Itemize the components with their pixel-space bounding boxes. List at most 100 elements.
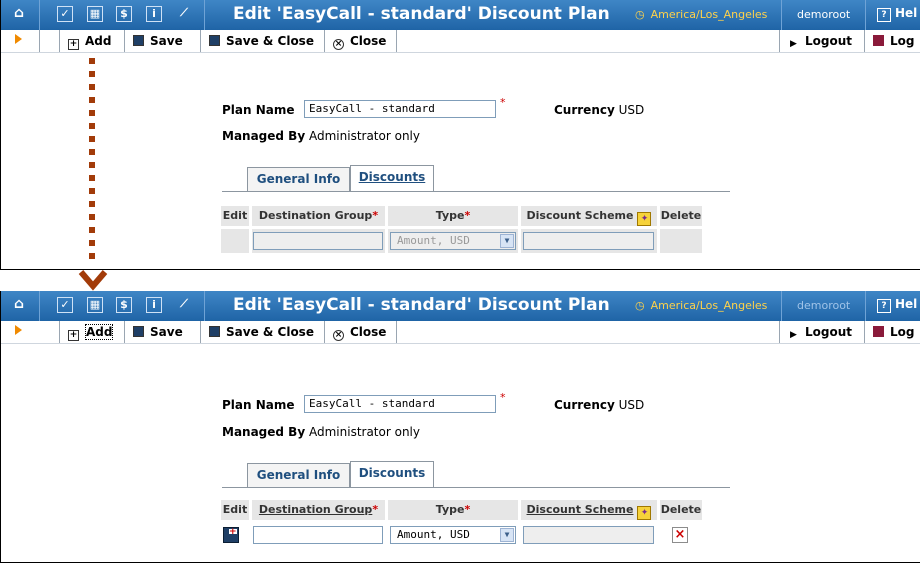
log-label: Log bbox=[890, 325, 915, 339]
col-type: Type* bbox=[388, 500, 518, 520]
tab-general-info[interactable]: General Info bbox=[247, 167, 350, 191]
col-discount-scheme: Discount Scheme ✦ bbox=[521, 206, 657, 226]
save-close-label: Save & Close bbox=[226, 34, 314, 48]
currency-label: Currency bbox=[554, 103, 615, 117]
before-panel: ⌂ ✓ ▦ $ i ⟋ Edit 'EasyCall - standard' D… bbox=[0, 0, 920, 270]
close-button[interactable]: × Close bbox=[325, 321, 397, 343]
title-bar: ⌂ ✓ ▦ $ i ⟋ Edit 'EasyCall - standard' D… bbox=[1, 0, 920, 30]
home-icon[interactable]: ⌂ bbox=[11, 297, 27, 313]
close-icon: × bbox=[333, 330, 344, 341]
save-label: Save bbox=[150, 34, 183, 48]
help-icon: ? bbox=[877, 299, 891, 313]
managed-by: Managed By Administrator only bbox=[222, 425, 420, 439]
currency-value: USD bbox=[618, 103, 645, 117]
after-panel: ⌂ ✓ ▦ $ i ⟋ Edit 'EasyCall - standard' D… bbox=[0, 291, 920, 563]
help-link[interactable]: ? Hel bbox=[877, 6, 917, 22]
home-icon[interactable]: ⌂ bbox=[11, 6, 27, 22]
managed-by-label: Managed By bbox=[222, 129, 306, 143]
col-discount-scheme[interactable]: Discount Scheme ✦ bbox=[521, 500, 657, 520]
log-icon bbox=[873, 326, 884, 337]
tab-discounts[interactable]: Discounts bbox=[350, 165, 434, 191]
dollar-icon[interactable]: $ bbox=[116, 297, 132, 313]
close-button[interactable]: × Close bbox=[325, 30, 397, 52]
help-link[interactable]: ? Hel bbox=[877, 297, 917, 313]
help-text: Hel bbox=[895, 297, 918, 311]
plan-name-input[interactable]: EasyCall - standard bbox=[304, 100, 496, 118]
add-button[interactable]: + Add bbox=[59, 321, 125, 343]
timezone-link[interactable]: ◷ America/Los_Angeles bbox=[635, 299, 767, 312]
plan-name-input[interactable]: EasyCall - standard bbox=[304, 395, 496, 413]
toolbar: + Add Save Save & Close × Close ▶ Logout Lo… bbox=[1, 321, 920, 344]
log-button[interactable]: Log bbox=[865, 30, 920, 52]
logout-label: Logout bbox=[805, 325, 853, 339]
page-title: Edit 'EasyCall - standard' Discount Plan bbox=[233, 295, 610, 315]
checkbox-icon[interactable]: ✓ bbox=[57, 297, 73, 313]
currency: Currency USD bbox=[554, 398, 644, 412]
col-edit: Edit bbox=[221, 206, 249, 226]
add-icon: + bbox=[68, 330, 79, 341]
type-select: Amount, USD ▼ bbox=[390, 232, 516, 250]
col-delete: Delete bbox=[660, 206, 702, 226]
delete-row-icon[interactable]: × bbox=[672, 527, 688, 543]
log-button[interactable]: Log bbox=[865, 321, 920, 343]
chart-icon[interactable]: ⟋ bbox=[176, 297, 192, 313]
grid-icon[interactable]: ▦ bbox=[87, 6, 103, 22]
tab-discounts[interactable]: Discounts bbox=[350, 461, 434, 487]
required-mark: * bbox=[372, 209, 379, 222]
type-select[interactable]: Amount, USD ▼ bbox=[390, 526, 516, 544]
timezone-text: America/Los_Angeles bbox=[650, 8, 768, 21]
col-destination-label: Destination Group bbox=[258, 503, 373, 516]
currency-label: Currency bbox=[554, 398, 615, 412]
discount-scheme-input bbox=[523, 526, 654, 544]
magic-wand-icon[interactable]: ✦ bbox=[637, 212, 652, 226]
save-close-icon bbox=[209, 326, 220, 337]
logout-button[interactable]: ▶ Logout bbox=[779, 321, 865, 343]
save-close-button[interactable]: Save & Close bbox=[201, 321, 325, 343]
add-label: Add bbox=[85, 34, 112, 48]
add-button[interactable]: + Add bbox=[59, 30, 125, 52]
logout-icon: ▶ bbox=[790, 330, 797, 340]
col-type: Type* bbox=[388, 206, 518, 226]
magic-wand-icon[interactable]: ✦ bbox=[637, 506, 652, 520]
col-type-label: Type bbox=[435, 503, 465, 516]
dollar-icon[interactable]: $ bbox=[116, 6, 132, 22]
edit-cell bbox=[221, 229, 249, 253]
col-destination-group[interactable]: Destination Group* bbox=[252, 500, 385, 520]
timezone-text: America/Los_Angeles bbox=[650, 299, 768, 312]
tab-general-info[interactable]: General Info bbox=[247, 463, 350, 487]
save-button[interactable]: Save bbox=[125, 30, 201, 52]
save-row-icon[interactable]: + bbox=[223, 527, 239, 543]
title-bar: ⌂ ✓ ▦ $ i ⟋ Edit 'EasyCall - standard' D… bbox=[1, 291, 920, 321]
tab-underline bbox=[222, 191, 730, 192]
save-icon bbox=[133, 326, 144, 337]
managed-by-value: Administrator only bbox=[308, 129, 420, 143]
user-name[interactable]: demoroot bbox=[797, 8, 850, 21]
close-label: Close bbox=[350, 325, 387, 339]
chevron-down-icon: ▼ bbox=[500, 234, 514, 248]
checkbox-icon[interactable]: ✓ bbox=[57, 6, 73, 22]
col-edit: Edit bbox=[221, 500, 249, 520]
grid-icon[interactable]: ▦ bbox=[87, 297, 103, 313]
user-name[interactable]: demoroot bbox=[797, 299, 850, 312]
required-mark: * bbox=[372, 503, 379, 516]
chevron-down-icon: ▼ bbox=[500, 528, 514, 542]
col-scheme-label: Discount Scheme bbox=[526, 503, 634, 516]
info-icon[interactable]: i bbox=[146, 6, 162, 22]
save-label: Save bbox=[150, 325, 183, 339]
page-title: Edit 'EasyCall - standard' Discount Plan bbox=[233, 4, 610, 24]
save-icon bbox=[133, 35, 144, 46]
type-value: Amount, USD bbox=[397, 528, 470, 541]
log-label: Log bbox=[890, 34, 915, 48]
col-delete: Delete bbox=[660, 500, 702, 520]
chart-icon[interactable]: ⟋ bbox=[176, 6, 192, 22]
type-value: Amount, USD bbox=[397, 234, 470, 247]
currency: Currency USD bbox=[554, 103, 644, 117]
delete-cell bbox=[660, 229, 702, 253]
timezone-link[interactable]: ◷ America/Los_Angeles bbox=[635, 8, 767, 21]
save-close-button[interactable]: Save & Close bbox=[201, 30, 325, 52]
logout-icon: ▶ bbox=[790, 39, 797, 49]
destination-group-input[interactable] bbox=[253, 526, 383, 544]
logout-button[interactable]: ▶ Logout bbox=[779, 30, 865, 52]
save-button[interactable]: Save bbox=[125, 321, 201, 343]
info-icon[interactable]: i bbox=[146, 297, 162, 313]
